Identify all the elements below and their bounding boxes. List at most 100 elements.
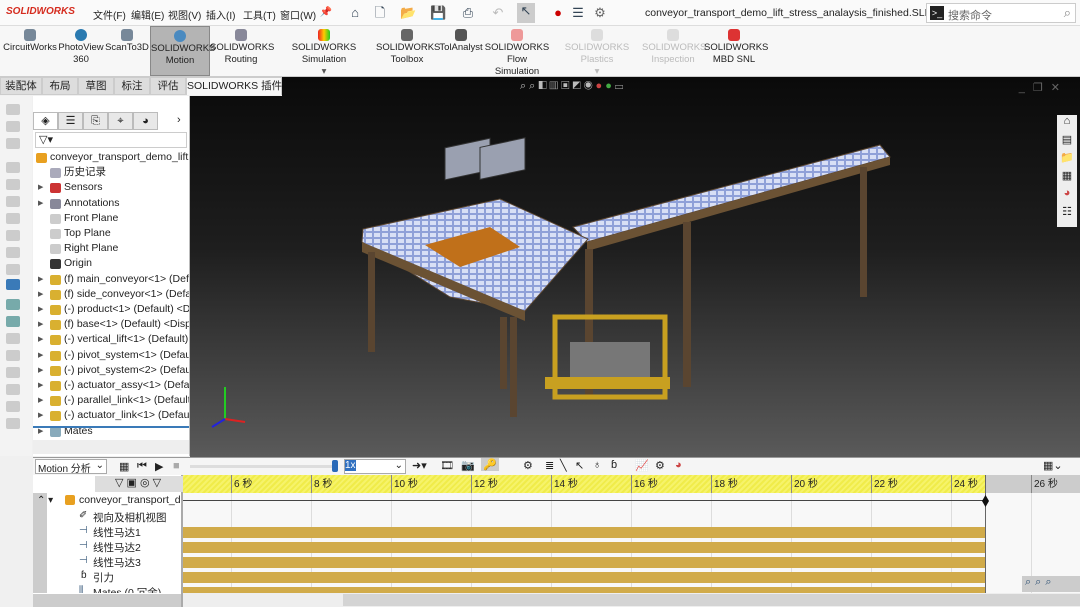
scrollbar-thumb[interactable] — [343, 594, 1080, 606]
zoom-in-icon[interactable]: ⌕ — [1035, 576, 1045, 588]
tool-icon[interactable] — [6, 104, 20, 115]
home-icon[interactable]: ⌂ — [347, 5, 363, 21]
slider-thumb[interactable] — [332, 460, 338, 472]
timeline-bar-motor1[interactable] — [183, 527, 985, 538]
ribbon-inspection[interactable]: SOLIDWORKS Inspection — [642, 26, 706, 76]
select-pointer-icon[interactable]: ↖ — [517, 3, 535, 23]
tab-layout[interactable]: 布局 — [42, 77, 78, 95]
play-icon[interactable]: ▶ — [155, 460, 163, 473]
motion-tree-item[interactable]: Mates (0 冗余) — [93, 585, 161, 593]
filter-selected-icon[interactable]: ▽ — [153, 477, 161, 489]
menu-insert[interactable]: 插入(I) — [206, 7, 235, 22]
filter-icon[interactable]: ▽ — [115, 477, 123, 489]
tab-markup[interactable]: 标注 — [114, 77, 150, 95]
tree-item[interactable]: ▶ (-) actuator_assy<1> (Default — [33, 378, 189, 393]
timeline-bar-motor2[interactable] — [183, 542, 985, 553]
expand-arrow-icon[interactable]: ▶ — [38, 363, 43, 378]
expand-arrow-icon[interactable]: ▶ — [38, 302, 43, 317]
collapse-icon[interactable]: ⌃ ▾ — [37, 495, 53, 506]
ribbon-simulation[interactable]: SOLIDWORKS Simulation ▾ — [272, 26, 376, 77]
force-icon[interactable]: ↖ — [575, 459, 584, 472]
damper-icon[interactable]: ╲ — [560, 459, 567, 472]
tab-sketch[interactable]: 草图 — [78, 77, 114, 95]
expand-arrow-icon[interactable]: ▶ — [38, 317, 43, 332]
file-properties-icon[interactable]: ☰ — [570, 5, 586, 21]
simulation-setup-icon[interactable]: ◕ — [675, 459, 682, 471]
propertymanager-tab-icon[interactable]: ☰ — [58, 112, 83, 130]
tool-icon[interactable] — [6, 230, 20, 241]
tree-item[interactable]: ▶ (f) side_conveyor<1> (Default — [33, 287, 189, 302]
display-manager-tab-icon[interactable]: ◕ — [133, 112, 158, 130]
tool-icon[interactable] — [6, 299, 20, 310]
playback-mode-icon[interactable]: ➜▾ — [412, 459, 427, 472]
tree-item[interactable]: Origin — [33, 256, 189, 271]
tool-icon[interactable] — [6, 213, 20, 224]
animation-wizard-icon[interactable]: 📷 — [461, 459, 475, 472]
tree-item[interactable]: Top Plane — [33, 226, 189, 241]
time-bar[interactable] — [982, 475, 989, 593]
tree-item[interactable]: ▶ (f) main_conveyor<1> (Default — [33, 272, 189, 287]
play-from-start-icon[interactable]: ⏮ — [137, 460, 147, 473]
command-search-input[interactable]: >_ 搜索命令 ⌕ — [926, 3, 1076, 23]
ribbon-photoview[interactable]: PhotoView 360 — [58, 26, 104, 76]
tool-icon[interactable] — [6, 418, 20, 429]
motor-icon[interactable]: ⚙ — [523, 459, 533, 472]
chevron-right-icon[interactable]: › — [177, 114, 181, 126]
motion-tree-item[interactable]: 引力 — [93, 570, 114, 585]
timeline-ruler[interactable] — [183, 475, 985, 493]
ribbon-flow-simulation[interactable]: SOLIDWORKS Flow Simulation — [484, 26, 550, 77]
contact-icon[interactable]: ♁ — [593, 459, 601, 471]
timeline-bar-gravity[interactable] — [183, 572, 985, 583]
save-animation-icon[interactable]: 🎞 — [440, 459, 454, 472]
open-icon[interactable]: 📂 — [400, 5, 416, 21]
zoom-to-fit-icon[interactable]: ⌕ — [1025, 576, 1035, 588]
autokey-icon[interactable]: 🔑 — [481, 458, 499, 471]
results-plots-icon[interactable]: 📈 — [635, 459, 649, 472]
vertical-lift[interactable] — [545, 314, 670, 400]
menu-edit[interactable]: 编辑(E) — [131, 7, 164, 22]
tree-item[interactable]: ▶ (-) pivot_system<1> (Default — [33, 348, 189, 363]
tool-icon[interactable] — [6, 333, 20, 344]
tree-item[interactable]: 历史记录 — [33, 165, 189, 180]
motion-tree-item[interactable]: 视向及相机视图 — [93, 510, 167, 525]
tool-icon[interactable] — [6, 138, 20, 149]
collapse-motion-manager-icon[interactable]: ▦⌄ — [1043, 459, 1063, 472]
spring-icon[interactable]: ≣ — [545, 459, 554, 472]
stop-icon[interactable]: ■ — [173, 460, 180, 472]
tree-item[interactable]: ▶ (-) vertical_lift<1> (Default) — [33, 332, 189, 347]
expand-arrow-icon[interactable]: ▶ — [38, 408, 43, 423]
expand-arrow-icon[interactable]: ▶ — [38, 272, 43, 287]
tab-evaluate[interactable]: 评估 — [150, 77, 186, 95]
assembly-model[interactable] — [190, 77, 1080, 457]
tool-icon[interactable] — [6, 316, 20, 327]
expand-arrow-icon[interactable]: ▶ — [38, 348, 43, 363]
expand-arrow-icon[interactable]: ▶ — [38, 378, 43, 393]
study-type-select[interactable]: Motion 分析 ⌄ — [35, 459, 107, 475]
tree-item[interactable]: ▶ Annotations — [33, 196, 189, 211]
vertical-scrollbar[interactable] — [33, 493, 47, 593]
ribbon-tolanalyst[interactable]: TolAnalyst — [438, 26, 484, 76]
playback-speed-select[interactable]: 1x ⌄ — [344, 459, 406, 474]
timeline-scrollbar[interactable] — [183, 593, 1080, 607]
expand-arrow-icon[interactable]: ▶ — [38, 332, 43, 347]
motion-tool-icon[interactable] — [6, 279, 20, 290]
tab-addins[interactable]: SOLIDWORKS 插件 — [186, 77, 282, 95]
options-gear-icon[interactable]: ⚙ — [592, 5, 608, 21]
tree-item[interactable]: conveyor_transport_demo_lift — [33, 150, 189, 165]
menu-view[interactable]: 视图(V) — [168, 7, 201, 22]
tree-item[interactable]: Front Plane — [33, 211, 189, 226]
timeline-bar-motor3[interactable] — [183, 557, 985, 568]
zoom-out-icon[interactable]: ⌕ — [1045, 576, 1055, 588]
configurationmanager-tab-icon[interactable]: ⎘ — [83, 112, 108, 130]
ribbon-scanto3d[interactable]: ScanTo3D — [104, 26, 150, 76]
ribbon-plastics[interactable]: SOLIDWORKS Plastics ▾ — [552, 26, 642, 77]
tool-icon[interactable] — [6, 121, 20, 132]
tool-icon[interactable] — [6, 247, 20, 258]
tool-icon[interactable] — [6, 384, 20, 395]
filter-animated-icon[interactable]: ▣ — [127, 477, 137, 489]
tree-item[interactable]: ▶ (-) pivot_system<2> (Default — [33, 363, 189, 378]
playback-slider[interactable] — [190, 460, 338, 472]
tool-icon[interactable] — [6, 162, 20, 173]
tree-filter[interactable]: ▽▾ — [35, 132, 187, 148]
expand-arrow-icon[interactable]: ▶ — [38, 180, 43, 195]
